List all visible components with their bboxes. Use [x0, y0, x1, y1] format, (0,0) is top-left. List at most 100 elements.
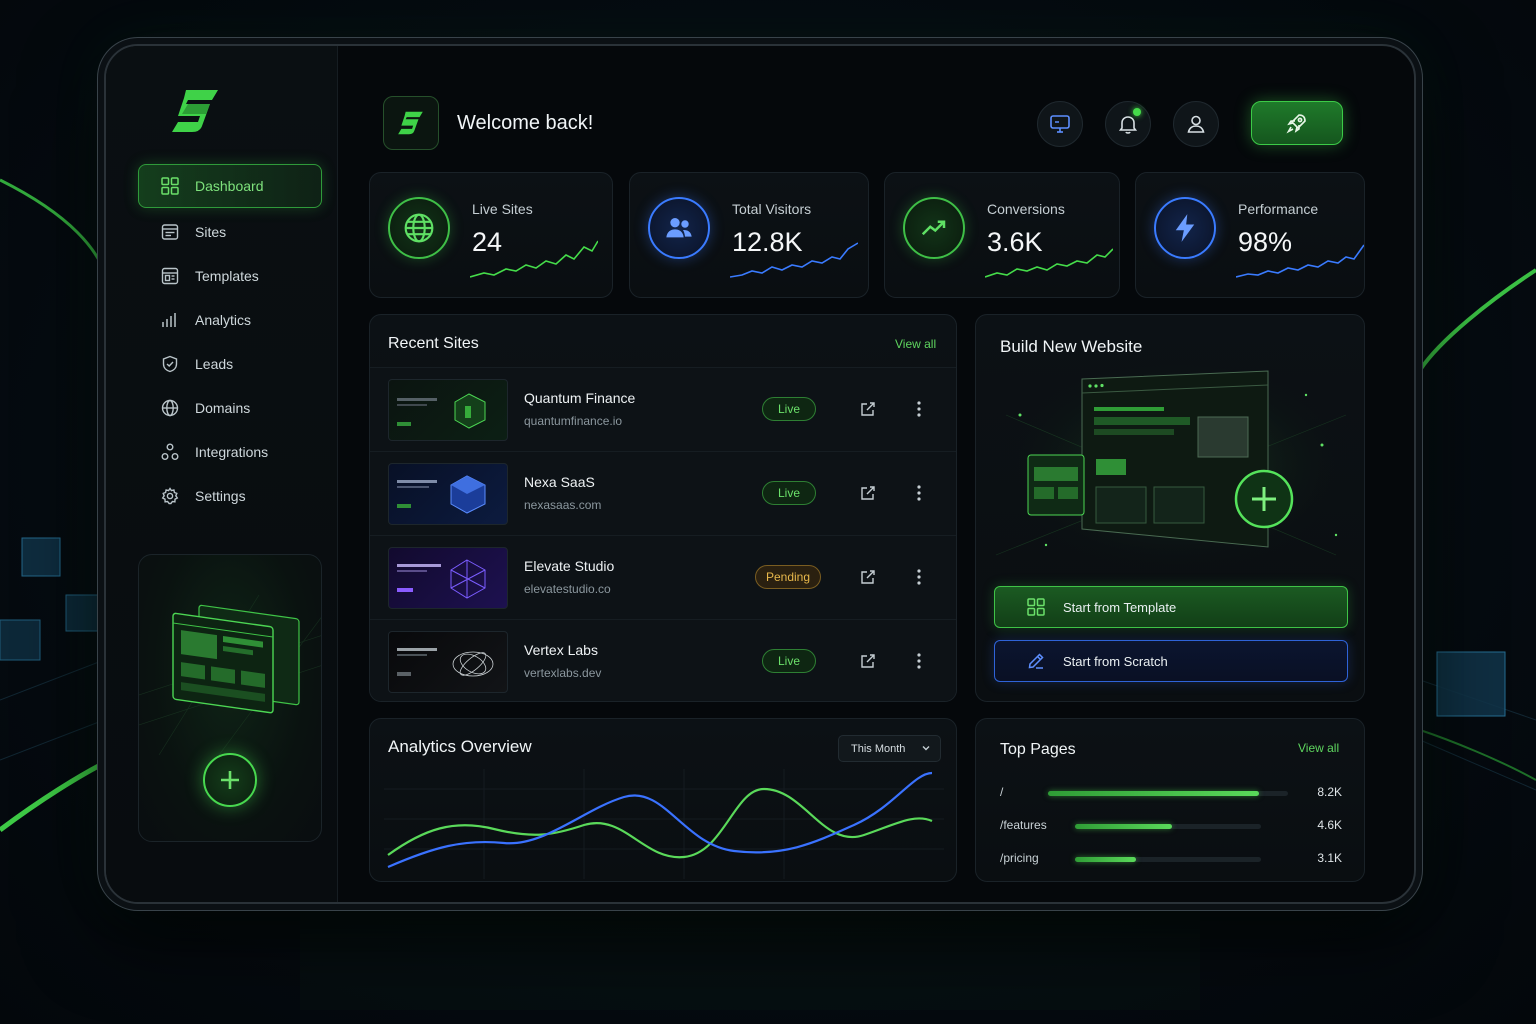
more-vertical-icon[interactable]: [916, 652, 922, 670]
top-page-row: /pricing 3.1K: [1000, 849, 1342, 869]
sidebar-item-settings[interactable]: Settings: [138, 474, 322, 518]
sidebar-item-dashboard[interactable]: Dashboard: [138, 164, 322, 208]
page-views: 3.1K: [1317, 851, 1342, 865]
site-domain: nexasaas.com: [524, 498, 602, 512]
recent-sites-view-all-link[interactable]: View all: [895, 337, 936, 351]
users-icon: [648, 197, 710, 259]
stat-card-performance[interactable]: Performance 98%: [1135, 172, 1365, 298]
page-progress-bar: [1075, 857, 1261, 862]
sparkline-conversions: [985, 248, 1113, 278]
shield-check-icon: [162, 355, 178, 373]
external-link-icon[interactable]: [859, 484, 877, 502]
status-badge: Live: [762, 481, 816, 505]
more-vertical-icon[interactable]: [916, 568, 922, 586]
top-page-row: / 8.2K: [1000, 783, 1342, 803]
website-layers-illustration: [139, 594, 321, 755]
date-range-value: This Month: [851, 742, 906, 755]
button-label: Start from Template: [1063, 599, 1177, 615]
rocket-icon: [1286, 114, 1306, 134]
nodes-icon: [161, 443, 179, 460]
start-from-template-button[interactable]: Start from Template: [994, 586, 1348, 628]
date-range-select[interactable]: This Month: [838, 735, 941, 762]
page-views: 8.2K: [1317, 785, 1342, 799]
analytics-overview-card: Analytics Overview This Month: [369, 718, 957, 882]
sparkline-total-visitors: [730, 242, 858, 278]
notifications-button[interactable]: [1105, 101, 1151, 147]
stat-label: Live Sites: [472, 201, 533, 217]
stat-card-conversions[interactable]: Conversions 3.6K: [884, 172, 1120, 298]
grid-icon: [1027, 598, 1045, 616]
site-name: Quantum Finance: [524, 390, 636, 406]
top-pages-title: Top Pages: [1000, 741, 1076, 758]
analytics-title: Analytics Overview: [388, 737, 532, 756]
site-thumbnail: [388, 547, 508, 609]
status-badge: Live: [762, 649, 816, 673]
trend-up-icon: [903, 197, 965, 259]
stat-card-live-sites[interactable]: Live Sites 24: [369, 172, 613, 298]
site-thumbnail: [388, 379, 508, 441]
sidebar-item-label: Domains: [195, 400, 251, 416]
bar-chart-icon: [162, 313, 176, 327]
sidebar-item-label: Integrations: [195, 444, 269, 460]
analytics-line-chart: [384, 769, 944, 879]
tablet-frame: Dashboard Sites Templates Analytics Lead…: [104, 44, 1416, 904]
site-domain: vertexlabs.dev: [524, 666, 602, 680]
recent-sites-card: Recent Sites View all Quantum Finance qu…: [369, 314, 957, 702]
sidebar-item-label: Sites: [195, 224, 227, 240]
button-label: Start from Scratch: [1063, 653, 1168, 669]
page-path: /features: [1000, 818, 1047, 832]
sidebar-item-templates[interactable]: Templates: [138, 254, 322, 298]
more-vertical-icon[interactable]: [916, 400, 922, 418]
notification-dot: [1133, 108, 1141, 116]
template-icon: [161, 267, 179, 285]
start-from-scratch-button[interactable]: Start from Scratch: [994, 640, 1348, 682]
gear-icon: [161, 487, 179, 505]
header-logo: [383, 96, 439, 150]
main-content: Welcome back! Live Sites 24 Total Visito…: [351, 76, 1381, 896]
site-row-quantum-finance[interactable]: Quantum Finance quantumfinance.io Live: [370, 367, 956, 451]
bell-icon: [1118, 116, 1138, 134]
top-page-row: /features 4.6K: [1000, 816, 1342, 836]
sidebar-item-leads[interactable]: Leads: [138, 342, 322, 386]
sidebar-item-domains[interactable]: Domains: [138, 386, 322, 430]
site-row-vertex-labs[interactable]: Vertex Labs vertexlabs.dev Live: [370, 619, 956, 701]
more-vertical-icon[interactable]: [916, 484, 922, 502]
user-icon: [1187, 115, 1205, 133]
external-link-icon[interactable]: [859, 400, 877, 418]
build-website-title: Build New Website: [1000, 337, 1143, 356]
site-domain: elevatestudio.co: [524, 582, 611, 596]
page-progress-bar: [1075, 824, 1261, 829]
site-name: Nexa SaaS: [524, 474, 595, 490]
external-link-icon[interactable]: [859, 568, 877, 586]
status-badge: Live: [762, 397, 816, 421]
recent-sites-title: Recent Sites: [388, 335, 479, 352]
preview-button[interactable]: [1037, 101, 1083, 147]
welcome-heading: Welcome back!: [457, 112, 594, 134]
external-link-icon[interactable]: [859, 652, 877, 670]
top-pages-view-all-link[interactable]: View all: [1298, 741, 1339, 755]
chevron-down-icon: [922, 746, 930, 751]
site-row-elevate-studio[interactable]: Elevate Studio elevatestudio.co Pending: [370, 535, 956, 619]
sidebar: Dashboard Sites Templates Analytics Lead…: [106, 46, 338, 902]
page-path: /pricing: [1000, 851, 1039, 865]
sidebar-item-integrations[interactable]: Integrations: [138, 430, 322, 474]
site-row-nexa-saas[interactable]: Nexa SaaS nexasaas.com Live: [370, 451, 956, 535]
monitor-icon: [1050, 115, 1070, 133]
profile-button[interactable]: [1173, 101, 1219, 147]
s-logo-icon: [398, 111, 423, 135]
sidebar-item-label: Leads: [195, 356, 234, 372]
site-name: Elevate Studio: [524, 558, 615, 574]
progress-fill: [1075, 824, 1172, 829]
website-builder-illustration: [995, 355, 1356, 575]
grid-icon: [161, 177, 179, 195]
sidebar-item-sites[interactable]: Sites: [138, 210, 322, 254]
stat-card-total-visitors[interactable]: Total Visitors 12.8K: [629, 172, 869, 298]
stat-label: Performance: [1238, 201, 1319, 217]
add-site-button[interactable]: [203, 753, 257, 807]
sidebar-item-label: Templates: [195, 268, 259, 284]
site-thumbnail: [388, 463, 508, 525]
status-badge: Pending: [755, 565, 821, 589]
progress-fill: [1048, 791, 1260, 796]
publish-button[interactable]: [1251, 101, 1343, 145]
sidebar-item-analytics[interactable]: Analytics: [138, 298, 322, 342]
